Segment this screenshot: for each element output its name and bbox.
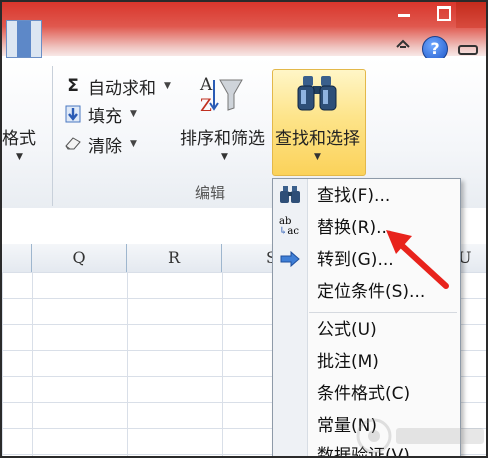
menu-item-label: 查找(F)...: [317, 186, 391, 206]
replace-ab-ac-icon: ab ↳ac: [279, 216, 299, 237]
binoculars-icon: [279, 185, 301, 207]
sort-filter-label[interactable]: 排序和筛选: [180, 124, 265, 149]
svg-text:Z: Z: [200, 96, 212, 116]
replace-icon-bottom-text: ac: [287, 226, 299, 237]
chevron-down-icon: ▼: [130, 139, 137, 149]
fill-label: 填充: [88, 106, 122, 127]
sort-filter-icon[interactable]: A Z: [198, 74, 244, 116]
format-dropdown-arrow[interactable]: ▼: [16, 152, 23, 162]
arrow-right-icon: [279, 249, 301, 271]
excel-window: ? 格式 ▼ Σ 自动求和 ▼ 填充 ▼ 清除 ▼ A Z 排序和筛选 ▼ 查找…: [0, 0, 488, 458]
fill-down-icon: [64, 105, 82, 123]
ribbon-collapse-icon[interactable]: [395, 38, 413, 52]
grid-line: [222, 272, 223, 456]
grid-line: [127, 272, 128, 456]
menu-item-label: 条件格式(C): [317, 384, 411, 404]
sort-dropdown-arrow[interactable]: ▼: [221, 152, 228, 162]
column-header-r[interactable]: R: [127, 244, 222, 272]
chevron-down-icon: ▼: [130, 109, 137, 119]
svg-text:A: A: [199, 75, 213, 95]
close-button[interactable]: [456, 2, 486, 28]
autosum-label: 自动求和: [88, 78, 156, 99]
grid-line: [32, 272, 33, 456]
autosum-button[interactable]: Σ 自动求和 ▼: [64, 74, 171, 99]
menu-item-find[interactable]: 查找(F)...: [273, 181, 460, 211]
menu-item-label: 批注(M): [317, 352, 379, 372]
find-select-label: 查找和选择: [275, 129, 360, 149]
sigma-icon: Σ: [67, 76, 79, 96]
clear-button[interactable]: 清除 ▼: [64, 132, 137, 157]
clear-label: 清除: [88, 136, 122, 157]
menu-item-label: 公式(U): [317, 320, 377, 340]
menu-separator: [309, 312, 457, 313]
fill-button[interactable]: 填充 ▼: [64, 102, 137, 127]
format-icon[interactable]: [6, 20, 42, 58]
editing-group-label: 编辑: [195, 184, 226, 202]
watermark-logo: [356, 418, 484, 454]
minimize-button[interactable]: [392, 2, 414, 28]
menu-item-comments[interactable]: 批注(M): [273, 347, 460, 377]
window-restore-icon[interactable]: [458, 45, 478, 55]
menu-item-formulas[interactable]: 公式(U): [273, 315, 460, 345]
annotation-arrow-icon: [386, 230, 449, 289]
format-button-label[interactable]: 格式: [2, 124, 36, 149]
chevron-down-icon: ▼: [164, 81, 171, 91]
maximize-button[interactable]: [432, 2, 454, 28]
eraser-icon: [64, 135, 82, 153]
menu-item-conditional-format[interactable]: 条件格式(C): [273, 379, 460, 409]
find-select-dropdown-arrow: ▼: [314, 152, 321, 162]
binoculars-icon: [294, 74, 340, 114]
column-header-q[interactable]: Q: [32, 244, 127, 272]
column-header[interactable]: [2, 244, 32, 272]
group-separator: [52, 66, 53, 206]
title-bar: [2, 2, 486, 56]
